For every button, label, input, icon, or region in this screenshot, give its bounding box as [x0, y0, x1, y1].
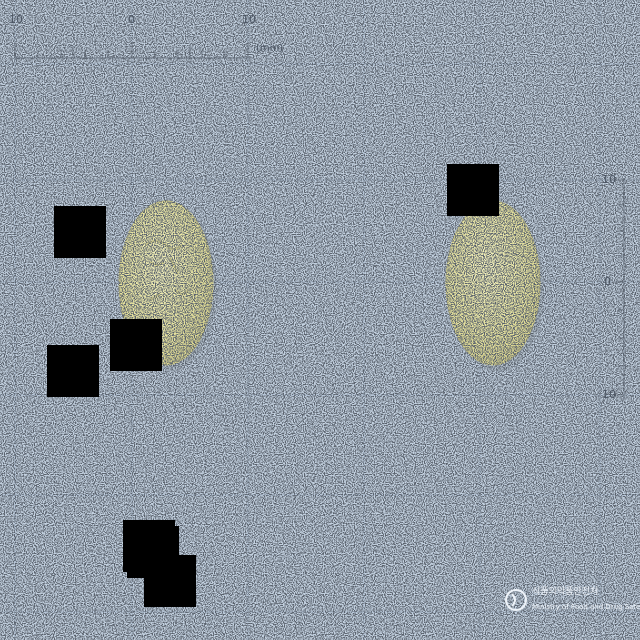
right-scale-label-center: 0 — [604, 275, 611, 288]
scale-unit-label: (mm) — [256, 43, 284, 54]
watermark-korean: 식품의약품안전처 — [532, 587, 599, 597]
noise-overlay — [0, 0, 640, 640]
right-scale-label-bottom: 10 — [602, 388, 616, 401]
redaction-box — [447, 164, 499, 216]
top-scale-label-right: 10 — [242, 13, 256, 26]
redaction-box — [110, 319, 162, 371]
background-scene — [0, 0, 640, 640]
top-scale-label-left: 10 — [9, 13, 23, 26]
right-scale-label-top: 10 — [602, 173, 616, 186]
top-scale-label-center: 0 — [128, 13, 135, 26]
redaction-box — [144, 555, 196, 607]
watermark-english: Ministry of Food and Drug Safety — [532, 603, 640, 611]
pill-photo: 10 0 10 (mm) 10 0 10 식품의약품안전처 Ministry o… — [0, 0, 640, 640]
redaction-box — [47, 345, 99, 397]
redaction-box — [54, 206, 106, 258]
